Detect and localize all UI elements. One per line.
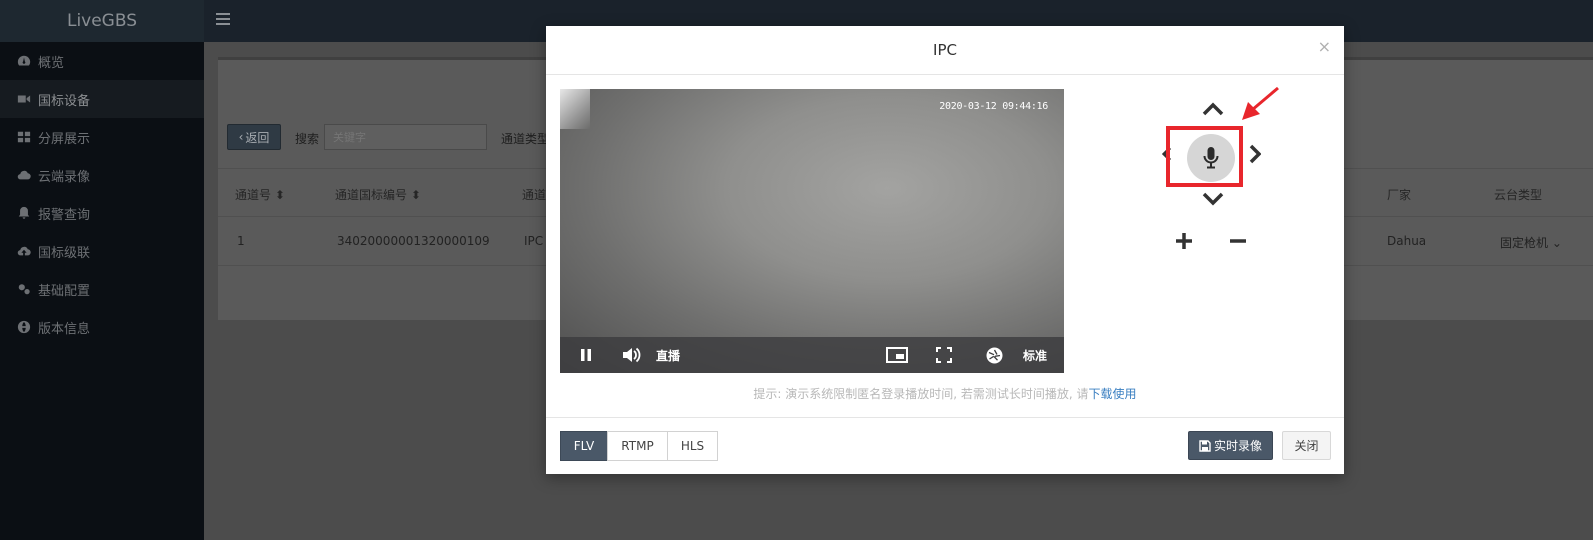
protocol-switch: FLV RTMP HLS bbox=[560, 431, 718, 461]
sidebar-item-label: 基础配置 bbox=[38, 283, 91, 299]
search-input[interactable] bbox=[324, 124, 487, 150]
table-cell-gb-id: 34020000001320000109 bbox=[337, 234, 490, 248]
chevron-down-icon[interactable] bbox=[1202, 192, 1224, 210]
cloud-icon bbox=[17, 168, 31, 182]
table-cell-channel-no: 1 bbox=[237, 234, 245, 248]
zoom-out-icon[interactable] bbox=[1228, 231, 1248, 251]
sidebar-item-overview[interactable]: 概览 bbox=[0, 42, 204, 80]
channel-type-filter-label: 通道类型 bbox=[501, 132, 550, 146]
sidebar-item-label: 国标级联 bbox=[38, 245, 91, 261]
video-player[interactable]: 2020-03-12 09:44:16 直播 标准 bbox=[560, 89, 1064, 373]
live-record-button[interactable]: 实时录像 bbox=[1188, 431, 1274, 460]
cogs-icon bbox=[17, 282, 31, 296]
dashboard-icon bbox=[17, 54, 31, 68]
protocol-rtmp-button[interactable]: RTMP bbox=[607, 431, 668, 461]
sidebar-item-split-screen[interactable]: 分屏展示 bbox=[0, 118, 204, 156]
sidebar-item-label: 概览 bbox=[38, 55, 65, 71]
chevron-up-icon[interactable] bbox=[1202, 102, 1224, 120]
sidebar-item-alarm-query[interactable]: 报警查询 bbox=[0, 194, 204, 232]
pause-icon[interactable] bbox=[578, 348, 594, 362]
modal-footer: FLV RTMP HLS 实时录像 关闭 bbox=[546, 417, 1344, 474]
chevron-right-icon[interactable] bbox=[1249, 144, 1262, 168]
fullscreen-icon[interactable] bbox=[936, 347, 953, 363]
grid-icon bbox=[17, 130, 31, 144]
live-label: 直播 bbox=[656, 348, 681, 363]
close-icon[interactable]: × bbox=[1318, 37, 1331, 56]
sidebar-item-label: 云端录像 bbox=[38, 169, 91, 185]
video-timestamp: 2020-03-12 09:44:16 bbox=[939, 101, 1048, 112]
protocol-flv-button[interactable]: FLV bbox=[560, 431, 608, 461]
video-player-modal: IPC × 2020-03-12 09:44:16 直播 标准 提示: 演示系统… bbox=[546, 26, 1344, 474]
th-gb-id[interactable]: 通道国标编号 ⬍ bbox=[335, 186, 421, 203]
sidebar-item-gb-devices[interactable]: 国标设备 bbox=[0, 80, 204, 118]
table-cell-ptz-type: 固定枪机 ⌄ bbox=[1500, 236, 1562, 250]
sidebar-item-version-info[interactable]: 版本信息 bbox=[0, 308, 204, 346]
sidebar-item-label: 版本信息 bbox=[38, 321, 91, 337]
brand-logo[interactable]: LiveGBS bbox=[0, 0, 204, 42]
sidebar-item-basic-config[interactable]: 基础配置 bbox=[0, 270, 204, 308]
picture-in-picture-icon[interactable] bbox=[886, 347, 909, 363]
sidebar-item-label: 报警查询 bbox=[38, 207, 91, 223]
annotation-arrow-icon bbox=[1242, 86, 1279, 120]
video-camera-icon bbox=[17, 92, 31, 106]
annotation-highlight-box bbox=[1166, 126, 1243, 187]
download-link[interactable]: 下载使用 bbox=[1089, 387, 1137, 401]
zoom-in-icon[interactable] bbox=[1174, 231, 1194, 251]
globe-icon bbox=[17, 320, 31, 334]
back-button[interactable]: ‹ 返回 bbox=[227, 124, 281, 150]
close-button[interactable]: 关闭 bbox=[1282, 431, 1331, 460]
sidebar-item-label: 分屏展示 bbox=[38, 131, 91, 147]
sidebar-item-gb-cascade[interactable]: 国标级联 bbox=[0, 232, 204, 270]
modal-header: IPC × bbox=[546, 26, 1344, 75]
hamburger-menu-icon[interactable] bbox=[216, 13, 230, 27]
th-ptz-type[interactable]: 云台类型 bbox=[1494, 186, 1542, 203]
th-channel-no[interactable]: 通道号 ⬍ bbox=[235, 186, 285, 203]
video-frame-highlight bbox=[560, 89, 590, 129]
search-label: 搜索 bbox=[295, 132, 320, 146]
sidebar-item-cloud-recording[interactable]: 云端录像 bbox=[0, 156, 204, 194]
table-cell-type: IPC bbox=[524, 234, 544, 248]
volume-icon[interactable] bbox=[622, 347, 642, 363]
snapshot-aperture-icon[interactable] bbox=[986, 347, 1003, 364]
table-cell-vendor: Dahua bbox=[1387, 234, 1427, 248]
th-channel[interactable]: 通道 bbox=[522, 186, 546, 203]
chevron-left-icon: ‹ bbox=[238, 130, 244, 144]
modal-title: IPC bbox=[933, 41, 957, 59]
cloud-upload-icon bbox=[17, 244, 31, 258]
bell-icon bbox=[17, 206, 31, 220]
video-control-bar: 直播 标准 bbox=[560, 337, 1064, 373]
protocol-hls-button[interactable]: HLS bbox=[667, 431, 718, 461]
quality-label[interactable]: 标准 bbox=[1023, 347, 1047, 364]
sidebar: LiveGBS 概览 国标设备 分屏展示 云端录像 报警查询 国标级联 基础配置… bbox=[0, 0, 204, 540]
th-vendor[interactable]: 厂家 bbox=[1387, 186, 1411, 203]
playback-hint: 提示: 演示系统限制匿名登录播放时间, 若需测试长时间播放, 请下载使用 bbox=[753, 387, 1137, 401]
sidebar-item-label: 国标设备 bbox=[38, 93, 91, 109]
save-icon bbox=[1199, 439, 1211, 452]
